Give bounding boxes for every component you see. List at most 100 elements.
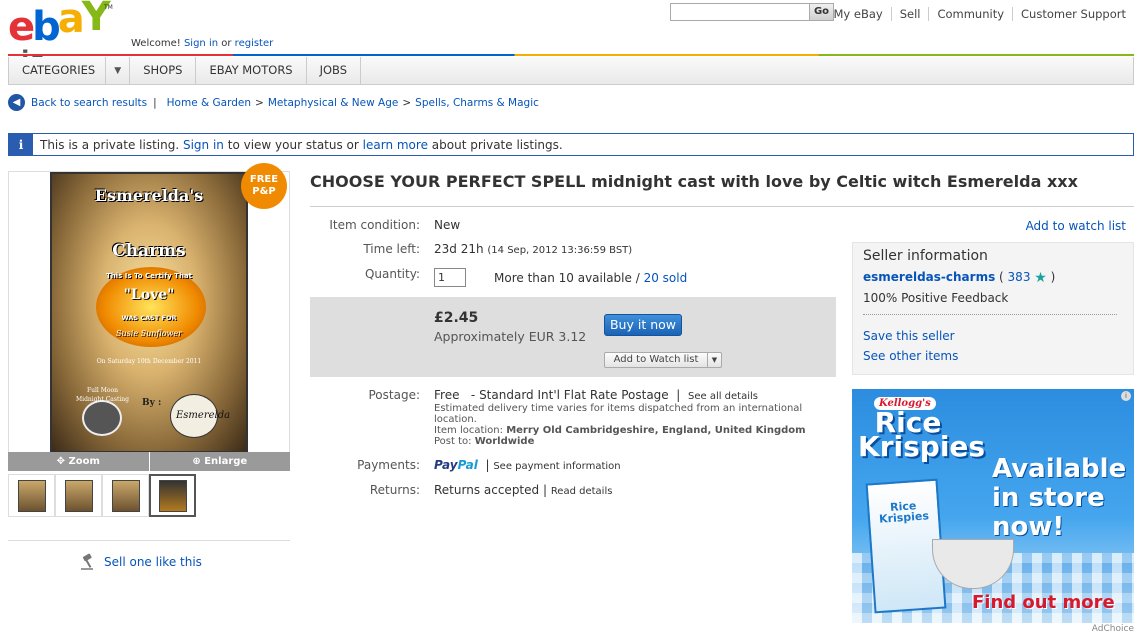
read-details-link[interactable]: Read details: [551, 486, 613, 497]
availability: More than 10 available / 20 sold: [494, 271, 688, 285]
condition-label: Item condition:: [329, 218, 420, 232]
see-payment-info-link[interactable]: See payment information: [493, 461, 620, 472]
magnify-icon: ⊕: [192, 456, 201, 467]
cert-title: Esmerelda's: [94, 186, 204, 205]
search-input[interactable]: [671, 4, 809, 20]
cert-cast-for: WAS CAST FOR: [121, 314, 177, 322]
condition-value: New: [434, 218, 461, 232]
community-link[interactable]: Community: [929, 7, 1014, 21]
quantity-label: Quantity:: [364, 267, 420, 281]
ad-headline: Available in store now!: [992, 454, 1127, 542]
see-other-items-link[interactable]: See other items: [863, 349, 958, 363]
welcome-label: Welcome!: [131, 38, 181, 49]
ad-cta[interactable]: Find out more: [972, 592, 1115, 613]
my-ebay-link[interactable]: My eBay: [825, 7, 892, 21]
price-panel: £2.45 Approximately EUR 3.12 Buy it now …: [310, 297, 836, 377]
categories-tab[interactable]: CATEGORIES: [9, 57, 107, 84]
chevron-down-icon[interactable]: ▼: [707, 353, 721, 367]
cert-date: On Saturday 10th December 2011: [96, 358, 202, 365]
advertisement[interactable]: i Kellogg's Rice Krispies Rice Krispies Av…: [852, 389, 1134, 623]
free-postage-badge: FREE P&P: [241, 163, 287, 209]
postage-details: Estimated delivery time varies for items…: [434, 403, 806, 447]
search-bar: Go: [670, 3, 834, 21]
breadcrumb: ◀ Back to search results | Home & Garden…: [8, 94, 539, 111]
info-icon: i: [9, 134, 33, 155]
ad-product-name: Rice Krispies: [858, 406, 986, 463]
cert-casting: Full Moon Midnight Casting: [76, 387, 129, 403]
postage-value: Free - Standard Int'l Flat Rate Postage …: [434, 388, 758, 402]
welcome-text: Welcome! Sign in or register: [131, 38, 273, 49]
logo-trademark: TM: [104, 4, 113, 11]
sold-link[interactable]: 20 sold: [644, 271, 688, 285]
thumbnail[interactable]: [8, 474, 55, 517]
register-link[interactable]: register: [235, 38, 274, 49]
breadcrumb-spells[interactable]: Spells, Charms & Magic: [415, 97, 539, 109]
main-image-panel[interactable]: Esmerelda's Charms This Is To Certify Th…: [8, 171, 290, 453]
divider: [310, 206, 1134, 207]
star-icon: ★: [1034, 270, 1047, 286]
breadcrumb-separator: >: [402, 96, 412, 109]
thumbnail[interactable]: [55, 474, 102, 517]
enlarge-button[interactable]: ⊕ Enlarge: [149, 452, 290, 471]
ad-info-icon[interactable]: i: [1121, 391, 1131, 401]
sell-link[interactable]: Sell: [892, 7, 930, 21]
item-image[interactable]: Esmerelda's Charms This Is To Certify Th…: [50, 172, 248, 453]
time-left-value: 23d 21h (14 Sep, 2012 13:36:59 BST): [434, 242, 633, 256]
logo-letter-e: e: [8, 4, 35, 50]
cert-signature: Esmerelda: [176, 410, 231, 421]
quantity-input[interactable]: 1: [434, 268, 466, 287]
breadcrumb-home-garden[interactable]: Home & Garden: [167, 97, 251, 109]
or-text: or: [221, 38, 232, 49]
sell-one-like-this[interactable]: Sell one like this: [80, 553, 202, 571]
time-left-label: Time left:: [363, 242, 420, 256]
brand-color-bar: [8, 54, 1134, 56]
feedback-score-link[interactable]: 383: [1008, 270, 1031, 284]
notice-sign-in-link[interactable]: Sign in: [183, 138, 224, 152]
divider: [8, 540, 290, 541]
thumbnail-selected[interactable]: [149, 474, 196, 517]
categories-dropdown-icon[interactable]: ▼: [106, 57, 131, 84]
see-all-details-link[interactable]: See all details: [688, 391, 758, 402]
payments-value: PayPal | See payment information: [434, 458, 621, 472]
postage-label: Postage:: [368, 388, 420, 402]
private-listing-notice: i This is a private listing. Sign in to …: [8, 133, 1134, 156]
payments-label: Payments:: [357, 458, 420, 472]
save-seller-link[interactable]: Save this seller: [863, 329, 955, 343]
seller-name-link[interactable]: esmereldas-charms: [863, 270, 995, 284]
add-to-watch-list-button[interactable]: Add to Watch list ▼: [604, 352, 722, 368]
breadcrumb-metaphysical[interactable]: Metaphysical & New Age: [268, 97, 399, 109]
cert-line: This Is To Certify That: [105, 272, 193, 280]
positive-feedback: 100% Positive Feedback: [863, 291, 1009, 305]
image-tools: ✥ Zoom ⊕ Enlarge: [8, 452, 290, 471]
learn-more-link[interactable]: learn more: [363, 138, 428, 152]
adchoice-link[interactable]: AdChoice: [1092, 624, 1134, 634]
back-to-search-link[interactable]: Back to search results: [31, 97, 147, 109]
seller-info-panel: Seller information esmereldas-charms ( 3…: [852, 242, 1134, 375]
private-notice-suffix: about private listings.: [431, 137, 563, 152]
back-arrow-icon[interactable]: ◀: [8, 94, 25, 111]
listing-title: CHOOSE YOUR PERFECT SPELL midnight cast …: [310, 172, 1078, 191]
shops-tab[interactable]: SHOPS: [130, 57, 197, 84]
customer-support-link[interactable]: Customer Support: [1013, 7, 1130, 21]
sign-in-link[interactable]: Sign in: [184, 38, 218, 49]
top-links: My eBay Sell Community Customer Support: [825, 7, 1130, 21]
breadcrumb-separator: >: [255, 96, 264, 109]
thumbnail-strip: [8, 474, 196, 517]
add-to-watch-list-link[interactable]: Add to watch list: [1026, 219, 1126, 233]
logo-letter-b: b: [32, 4, 61, 50]
seller-name-row: esmereldas-charms ( 383 ★ ): [863, 270, 1056, 286]
main-nav: CATEGORIES ▼ SHOPS EBAY MOTORS JOBS: [8, 57, 1134, 85]
private-notice-text: This is a private listing.: [40, 137, 180, 152]
price-approx: Approximately EUR 3.12: [434, 329, 587, 344]
ebay-logo[interactable]: ebaY.ie TM: [8, 0, 124, 74]
buy-it-now-button[interactable]: Buy it now: [604, 314, 682, 336]
ebay-motors-tab[interactable]: EBAY MOTORS: [196, 57, 307, 84]
divider: [863, 314, 1117, 315]
thumbnail[interactable]: [102, 474, 149, 517]
zoom-button[interactable]: ✥ Zoom: [8, 452, 150, 471]
jobs-tab[interactable]: JOBS: [307, 57, 362, 84]
cert-love: "Love": [123, 287, 175, 303]
sell-one-link[interactable]: Sell one like this: [104, 555, 202, 569]
gavel-icon: [81, 553, 93, 570]
cert-recipient: Susie Sunflower: [116, 329, 182, 338]
